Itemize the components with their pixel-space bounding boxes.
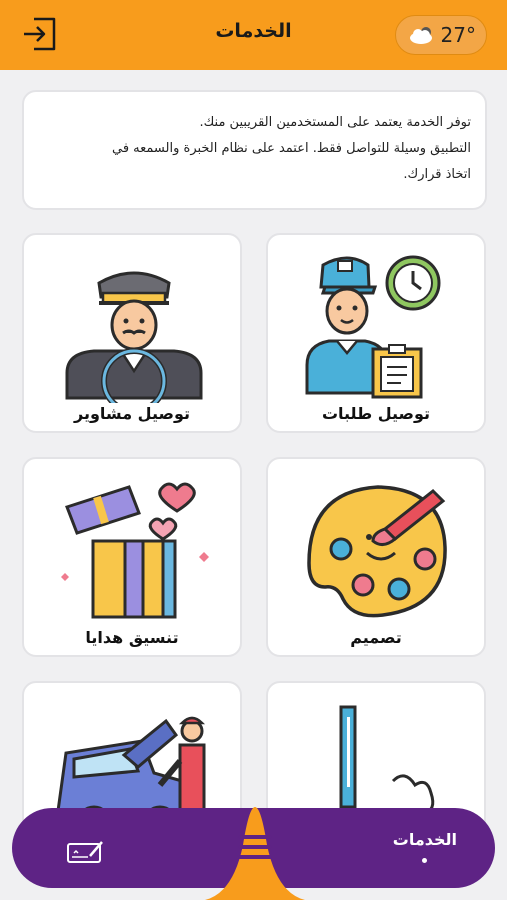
nav-item-services[interactable]: الخدمات <box>393 830 457 849</box>
hamburger-icon <box>238 835 272 859</box>
weather-widget[interactable]: 27° <box>395 15 487 55</box>
delivery-person-icon <box>305 255 441 399</box>
service-card-delivery[interactable]: توصيل طلبات <box>266 233 486 433</box>
service-label: تصميم <box>350 628 402 647</box>
app-header: الخدمات 27° <box>0 0 507 70</box>
temperature-value: 27° <box>440 23 476 47</box>
menu-button[interactable] <box>205 805 305 900</box>
active-indicator-dot <box>422 858 427 863</box>
gift-icon <box>61 482 209 619</box>
service-card-gifts[interactable]: تنسيق هدايا <box>22 457 242 657</box>
service-label: توصيل طلبات <box>321 404 431 423</box>
driver-icon <box>65 271 203 403</box>
service-card-design[interactable]: تصميم <box>266 457 486 657</box>
service-label: توصيل مشاوير <box>74 404 190 423</box>
notice-line: توفر الخدمة يعتمد على المستخدمين القريبي… <box>199 115 471 130</box>
palette-icon <box>307 485 447 618</box>
service-card-rides[interactable]: توصيل مشاوير <box>22 233 242 433</box>
notice-line: اتخاذ قرارك. <box>403 167 471 182</box>
signature-icon[interactable] <box>66 838 104 864</box>
cloud-icon <box>410 27 432 44</box>
notice-card: توفر الخدمة يعتمد على المستخدمين القريبي… <box>22 90 487 210</box>
notice-line: التطبيق وسيلة للتواصل فقط. اعتمد على نظا… <box>111 141 471 156</box>
service-label: تنسيق هدايا <box>85 628 179 647</box>
